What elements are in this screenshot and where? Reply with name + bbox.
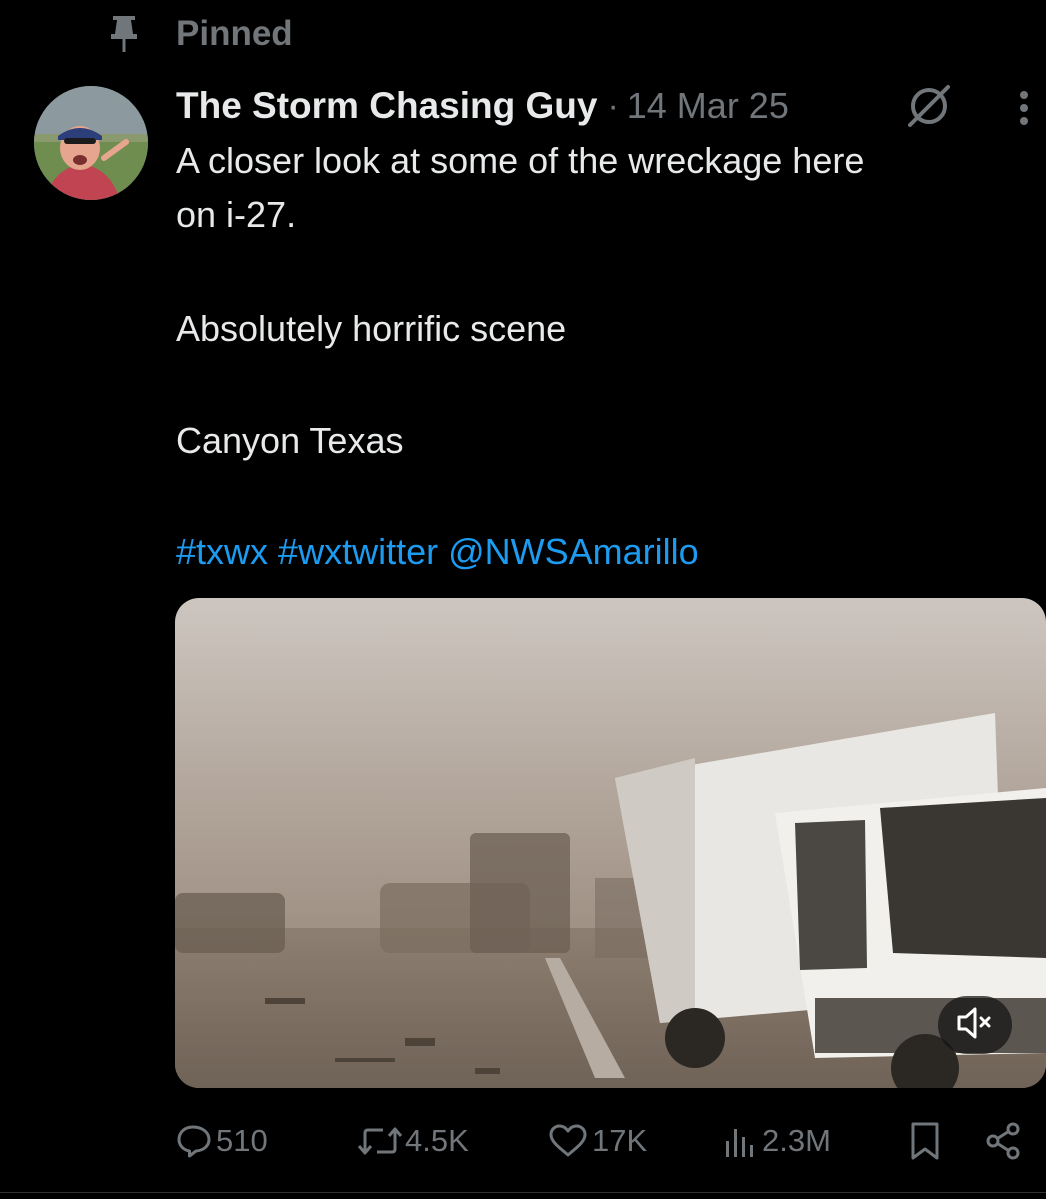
reply-count: 510 bbox=[216, 1123, 268, 1158]
tweet-tags: #txwx #wxtwitter @NWSAmarillo bbox=[176, 525, 699, 579]
author-name[interactable]: The Storm Chasing Guy bbox=[176, 85, 597, 127]
separator-dot: · bbox=[607, 86, 619, 125]
repost-icon bbox=[357, 1123, 403, 1159]
grok-icon[interactable] bbox=[902, 80, 956, 132]
like-button[interactable]: 17K bbox=[548, 1118, 647, 1164]
repost-count: 4.5K bbox=[405, 1123, 469, 1158]
pinned-label: Pinned bbox=[176, 14, 293, 53]
mute-button[interactable] bbox=[938, 996, 1012, 1054]
views-icon bbox=[722, 1123, 760, 1159]
reply-icon bbox=[176, 1123, 212, 1159]
like-count: 17K bbox=[592, 1123, 648, 1158]
pin-icon bbox=[108, 12, 140, 56]
action-bar: 510 4.5K 17K 2.3M bbox=[0, 1118, 1046, 1164]
reply-button[interactable]: 510 bbox=[176, 1118, 268, 1164]
tweet-text-line: Absolutely horrific scene bbox=[176, 308, 567, 349]
share-icon bbox=[984, 1121, 1024, 1161]
bookmark-button[interactable] bbox=[908, 1118, 942, 1164]
pinned-indicator: Pinned bbox=[108, 12, 293, 56]
share-button[interactable] bbox=[984, 1118, 1024, 1164]
avatar[interactable] bbox=[34, 86, 148, 200]
tweet-text-line: on i-27. bbox=[176, 194, 297, 235]
mention-link[interactable]: @NWSAmarillo bbox=[448, 531, 699, 572]
video-player[interactable] bbox=[175, 598, 1046, 1088]
more-options-icon[interactable] bbox=[1010, 86, 1038, 130]
views-count: 2.3M bbox=[762, 1123, 831, 1158]
divider bbox=[0, 1192, 1046, 1193]
hashtag-link[interactable]: #txwx bbox=[176, 531, 268, 572]
tweet-header: The Storm Chasing Guy · 14 Mar 25 bbox=[176, 80, 789, 132]
repost-button[interactable]: 4.5K bbox=[357, 1118, 469, 1164]
views-button[interactable]: 2.3M bbox=[722, 1118, 831, 1164]
tweet-date[interactable]: 14 Mar 25 bbox=[627, 85, 789, 127]
speaker-muted-icon bbox=[955, 1005, 995, 1046]
tweet-text-line: A closer look at some of the wreckage he… bbox=[176, 140, 865, 181]
hashtag-link[interactable]: #wxtwitter bbox=[278, 531, 438, 572]
tweet-text-line: Canyon Texas bbox=[176, 420, 404, 461]
video-frame bbox=[175, 598, 1046, 1088]
heart-icon bbox=[548, 1123, 588, 1159]
bookmark-icon bbox=[908, 1121, 942, 1161]
